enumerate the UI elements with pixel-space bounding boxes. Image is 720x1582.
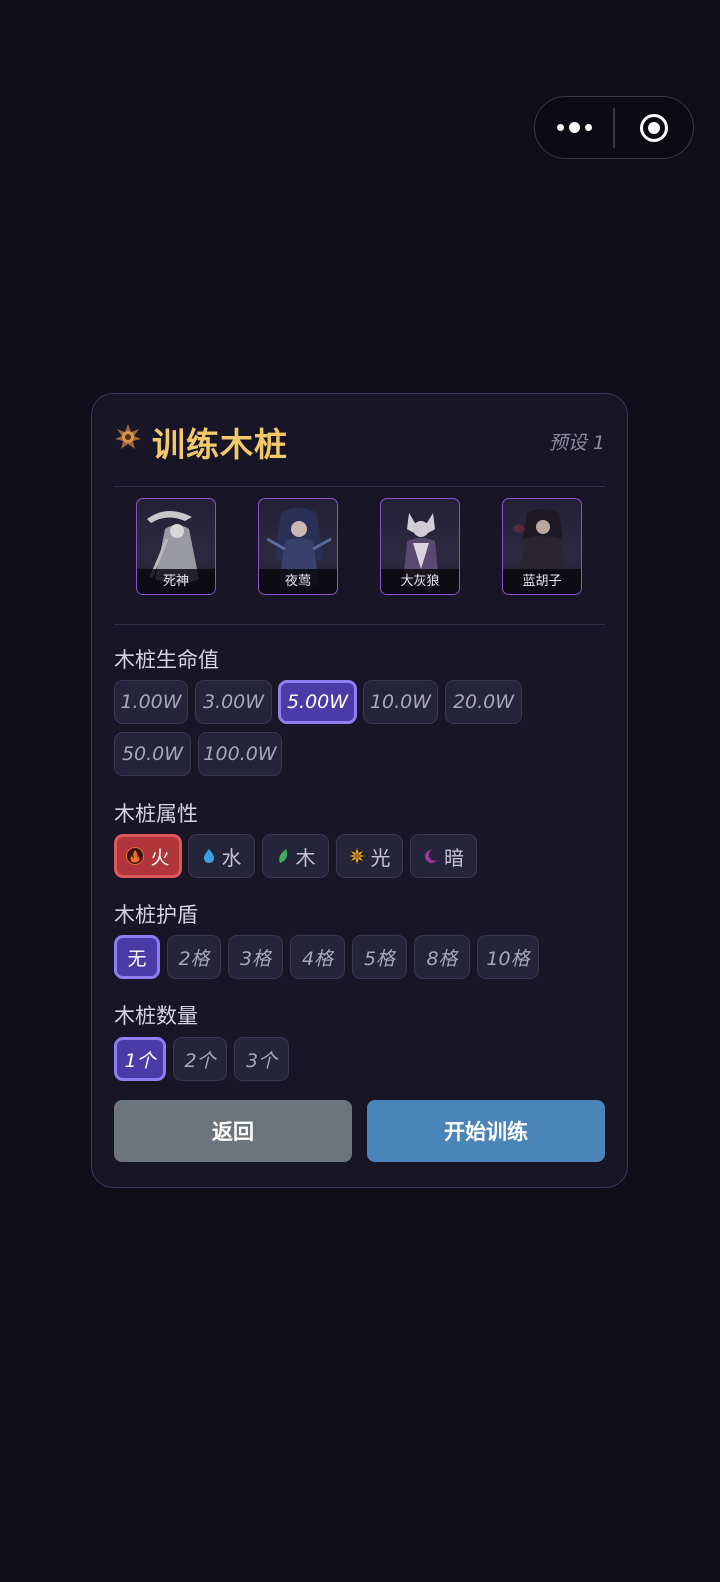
hp-option[interactable]: 50.0W: [114, 732, 191, 776]
attribute-section-label: 木桩属性: [114, 802, 198, 826]
panel-title: 训练木桩: [152, 425, 288, 464]
count-option[interactable]: 3个: [234, 1037, 289, 1081]
panel-header: 训练木桩 预设 1: [114, 394, 605, 487]
hero-name: 蓝胡子: [503, 569, 581, 594]
hero-name: 大灰狼: [381, 569, 459, 594]
close-mini-program-button[interactable]: [615, 97, 693, 158]
hero-name: 死神: [137, 569, 215, 594]
start-training-button[interactable]: 开始训练: [367, 1100, 605, 1162]
hero-card[interactable]: 蓝胡子: [502, 498, 582, 595]
hp-option[interactable]: 10.0W: [363, 680, 438, 724]
hp-option[interactable]: 3.00W: [195, 680, 272, 724]
more-dots-icon: [556, 122, 592, 133]
back-button[interactable]: 返回: [114, 1100, 352, 1162]
hp-option[interactable]: 20.0W: [445, 680, 522, 724]
water-drop-icon: [203, 849, 214, 863]
hero-card[interactable]: 大灰狼: [380, 498, 460, 595]
spiky-gear-icon: [115, 424, 141, 449]
attribute-option[interactable]: 水: [188, 834, 255, 878]
shield-option-selected[interactable]: 无: [114, 935, 160, 979]
count-section-label: 木桩数量: [114, 1004, 198, 1028]
leaf-icon: [278, 849, 287, 863]
hp-section-label: 木桩生命值: [114, 648, 219, 672]
hp-option[interactable]: 1.00W: [114, 680, 188, 724]
attribute-label: 光: [370, 845, 391, 870]
shield-option[interactable]: 3格: [228, 935, 283, 979]
attribute-label: 暗: [444, 845, 464, 870]
training-dummy-panel: 训练木桩 预设 1 死神 夜莺 大灰狼 蓝胡子 木桩生命值 1.00W 3.00…: [91, 393, 628, 1188]
sun-icon: [348, 848, 365, 864]
attribute-option[interactable]: 光: [336, 834, 403, 878]
moon-icon: [425, 849, 437, 863]
mini-program-capsule: [534, 96, 694, 159]
hp-option[interactable]: 100.0W: [198, 732, 282, 776]
preset-label[interactable]: 预设 1: [549, 428, 605, 455]
fire-icon: [126, 847, 145, 865]
attribute-label: 水: [221, 845, 242, 870]
attribute-option-selected[interactable]: 火: [114, 834, 182, 878]
count-option[interactable]: 2个: [173, 1037, 227, 1081]
attribute-option[interactable]: 暗: [410, 834, 477, 878]
attribute-option[interactable]: 木: [262, 834, 329, 878]
hero-row: 死神 夜莺 大灰狼 蓝胡子: [114, 486, 605, 625]
hp-option-selected[interactable]: 5.00W: [278, 680, 357, 724]
shield-option[interactable]: 4格: [290, 935, 345, 979]
hero-card[interactable]: 死神: [136, 498, 216, 595]
shield-section-label: 木桩护盾: [114, 903, 198, 927]
shield-option[interactable]: 2格: [167, 935, 221, 979]
attribute-label: 木: [295, 845, 316, 870]
more-menu-button[interactable]: [535, 97, 613, 158]
count-option-selected[interactable]: 1个: [114, 1037, 166, 1081]
attribute-label: 火: [150, 846, 170, 869]
shield-option[interactable]: 8格: [414, 935, 470, 979]
shield-option[interactable]: 10格: [477, 935, 539, 979]
hero-card[interactable]: 夜莺: [258, 498, 338, 595]
hero-name: 夜莺: [259, 569, 337, 594]
shield-option[interactable]: 5格: [352, 935, 407, 979]
target-close-icon: [639, 113, 668, 142]
